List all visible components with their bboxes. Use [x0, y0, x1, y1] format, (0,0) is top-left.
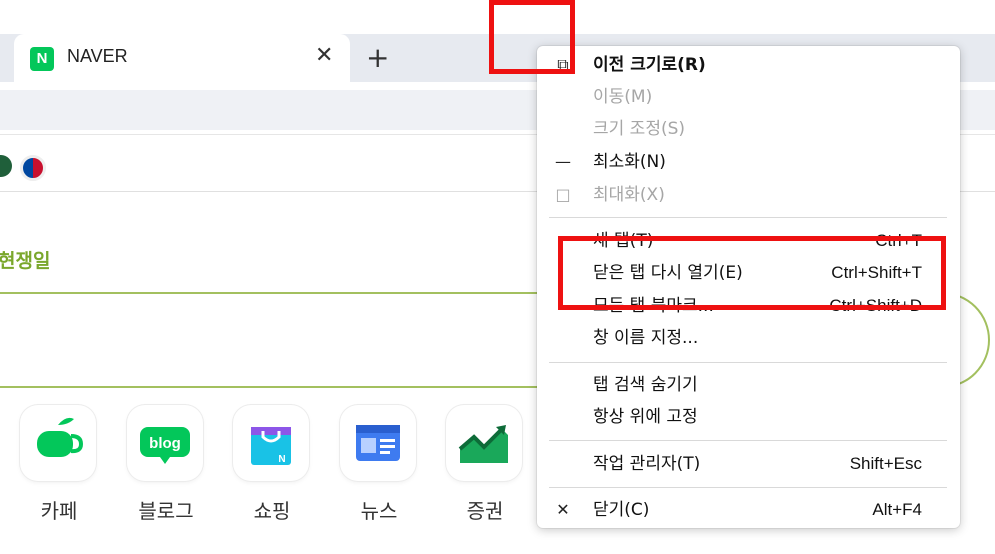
maximize-icon: □: [555, 185, 571, 204]
menu-separator: [549, 487, 947, 488]
menu-item-move: 이동(M): [537, 82, 960, 114]
menu-item-label: 최소화(N): [593, 152, 666, 172]
menu-item-label: 이전 크기로(R): [593, 55, 706, 75]
service-shortcuts: 카페 blog 블로그 N 쇼핑 뉴스 증권: [0, 405, 540, 525]
blog-icon-text: blog: [149, 435, 181, 452]
menu-item-label: 탭 검색 숨기기: [593, 375, 698, 395]
menu-item-label: 창 이름 지정...: [593, 328, 699, 348]
menu-item-minimize[interactable]: — 최소화(N): [537, 147, 960, 179]
service-label: 쇼핑: [253, 499, 291, 523]
service-label: 카페: [40, 499, 78, 523]
menu-item-shortcut: Alt+F4: [872, 500, 922, 519]
service-news[interactable]: 뉴스: [340, 405, 418, 523]
menu-item-restore[interactable]: ⧉ 이전 크기로(R): [537, 50, 960, 82]
service-blog[interactable]: blog 블로그: [127, 405, 205, 523]
highlight-box-reopen-tab: [558, 236, 946, 310]
menu-item-label: 최대화(X): [593, 185, 665, 205]
menu-item-always-on-top[interactable]: 항상 위에 고정: [537, 402, 960, 434]
bookmark-taegeuk-icon[interactable]: [20, 155, 46, 181]
menu-item-close[interactable]: ✕ 닫기(C) Alt+F4: [537, 495, 960, 527]
highlight-box-titlebar: [489, 0, 575, 74]
stock-chart-icon: [446, 405, 522, 481]
close-icon: ✕: [556, 500, 570, 519]
service-label: 뉴스: [360, 499, 398, 523]
tab-close-icon[interactable]: ✕: [315, 42, 333, 70]
new-tab-button[interactable]: +: [366, 42, 389, 74]
screen: N NAVER ✕ + 현쟁일 카페 blog 블로그 N 쇼핑 뉴스 증권 ⧉…: [0, 0, 995, 554]
service-shopping[interactable]: N 쇼핑: [233, 405, 311, 523]
service-cafe[interactable]: 카페: [20, 405, 98, 523]
menu-item-label: 항상 위에 고정: [593, 407, 698, 427]
menu-item-task-manager[interactable]: 작업 관리자(T) Shift+Esc: [537, 449, 960, 481]
news-icon: [340, 405, 416, 481]
bookmark-green-icon[interactable]: [0, 155, 12, 177]
service-stock[interactable]: 증권: [446, 405, 524, 523]
menu-item-label: 크기 조정(S): [593, 119, 686, 139]
tab-title: NAVER: [67, 46, 128, 66]
naver-favicon-icon: N: [30, 47, 54, 71]
menu-item-hide-tab-search[interactable]: 탭 검색 숨기기: [537, 370, 960, 402]
menu-item-resize: 크기 조정(S): [537, 114, 960, 146]
menu-separator: [549, 362, 947, 363]
menu-item-label: 작업 관리자(T): [593, 454, 701, 474]
menu-item-maximize: □ 최대화(X): [537, 180, 960, 212]
menu-item-label: 이동(M): [593, 87, 653, 107]
menu-item-shortcut: Shift+Esc: [849, 454, 922, 473]
blog-bubble-icon: blog: [127, 405, 203, 481]
service-label: 블로그: [138, 499, 194, 523]
shopping-icon-letter: N: [278, 454, 285, 465]
menu-item-label: 닫기(C): [593, 500, 650, 520]
holiday-doodle-text: 현쟁일: [0, 250, 51, 272]
menu-item-name-window[interactable]: 창 이름 지정...: [537, 323, 960, 355]
tab-naver[interactable]: N NAVER ✕: [14, 34, 350, 82]
minimize-icon: —: [555, 152, 571, 171]
cafe-cup-icon: [20, 405, 96, 481]
menu-separator: [549, 440, 947, 441]
service-label: 증권: [466, 499, 504, 523]
shopping-bag-icon: N: [233, 405, 309, 481]
menu-separator: [549, 217, 947, 218]
